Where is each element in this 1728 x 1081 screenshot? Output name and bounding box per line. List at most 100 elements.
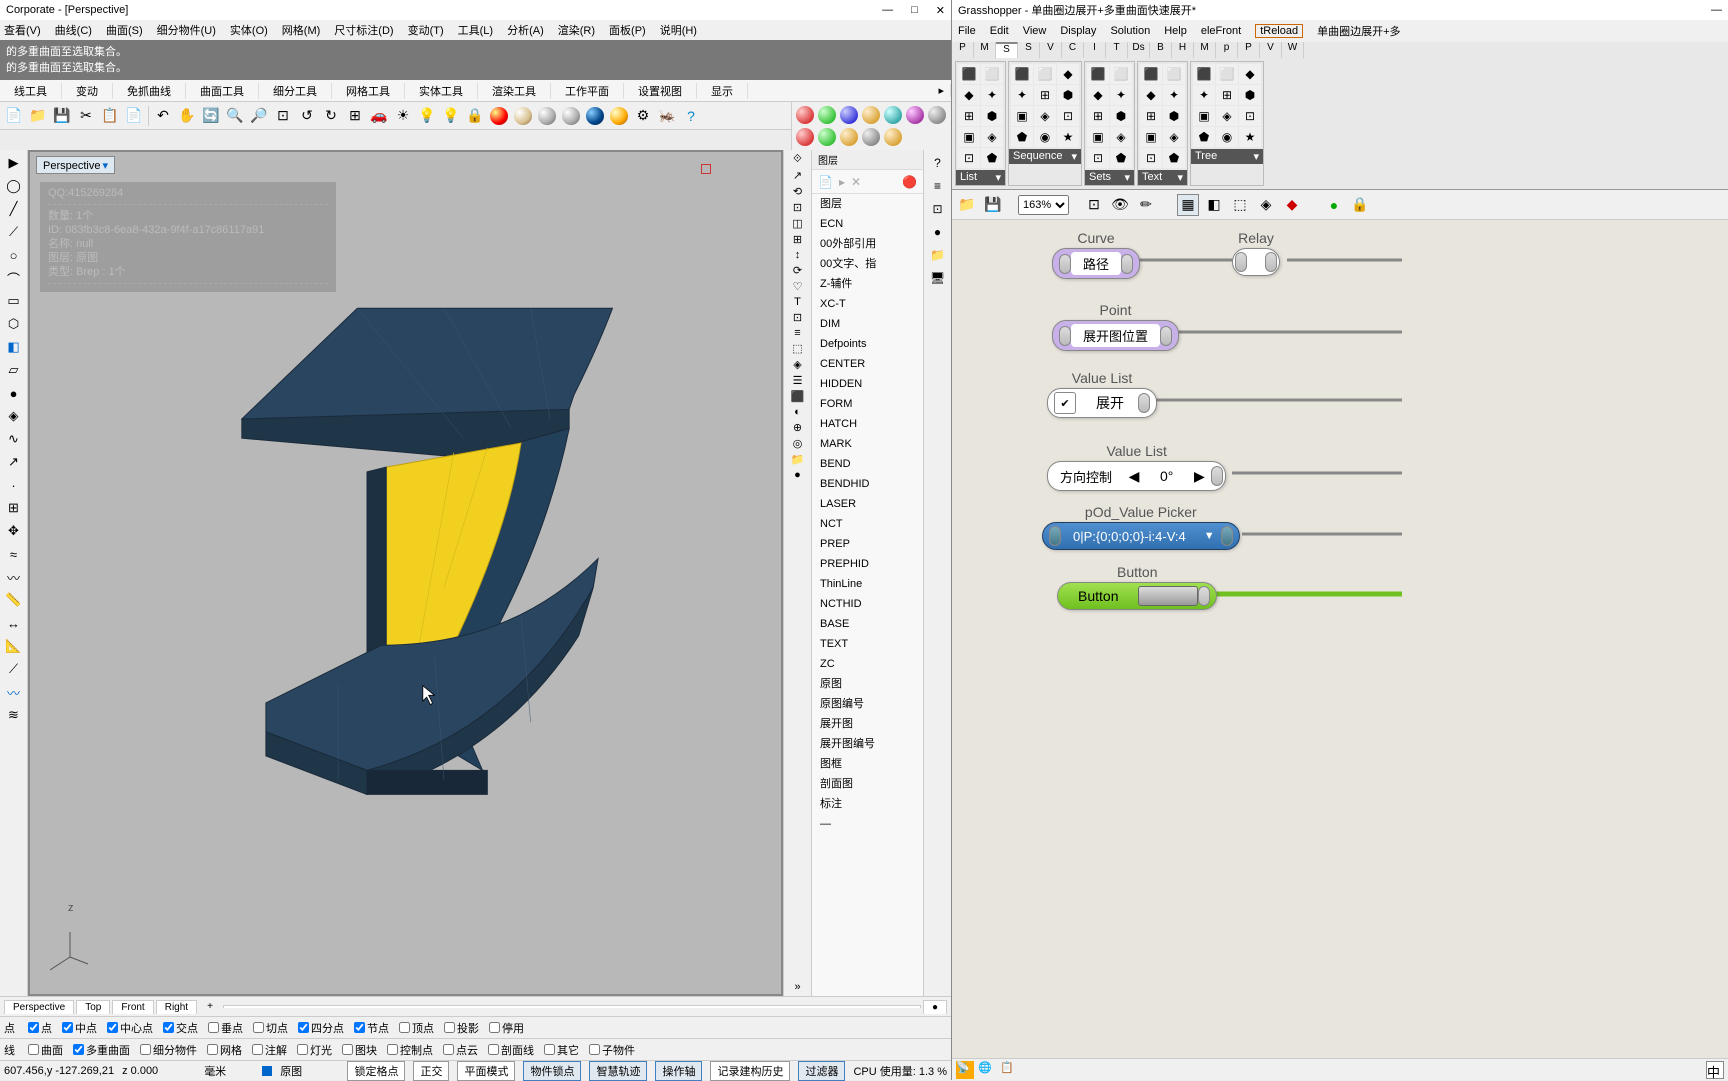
layer-item[interactable]: ThinLine bbox=[812, 574, 923, 594]
gh-tab[interactable]: P bbox=[952, 42, 974, 58]
grip-icon[interactable] bbox=[1059, 326, 1071, 346]
gh-preview-mesh-icon[interactable]: ◆ bbox=[1281, 194, 1303, 216]
layer-item[interactable]: FORM bbox=[812, 394, 923, 414]
menu-surface[interactable]: 曲面(S) bbox=[106, 22, 143, 38]
sb-gumball[interactable]: 操作轴 bbox=[655, 1061, 702, 1081]
r-tool-11-icon[interactable]: ⊡ bbox=[793, 311, 802, 324]
tab-render[interactable]: 渲染工具 bbox=[478, 83, 551, 99]
gh-tab[interactable]: Ds bbox=[1128, 42, 1150, 58]
dropdown-icon[interactable]: ▼ bbox=[1198, 530, 1221, 542]
filt-hatch[interactable]: 剖面线 bbox=[488, 1042, 534, 1058]
gh-component-icon[interactable]: ◈ bbox=[981, 127, 1003, 147]
copy-icon[interactable]: 📋 bbox=[100, 106, 120, 126]
layer-list[interactable]: 图层ECN00外部引用00文字、指Z-辅件XC-TDIMDefpointsCEN… bbox=[812, 194, 923, 996]
tab-surface[interactable]: 曲面工具 bbox=[186, 83, 259, 99]
r-tool-8-icon[interactable]: ⟳ bbox=[793, 264, 802, 277]
gh-zoom-select[interactable]: 163% bbox=[1018, 195, 1069, 215]
rp-mat-icon[interactable]: ● bbox=[928, 222, 948, 242]
bulb-icon[interactable]: 💡 bbox=[441, 106, 461, 126]
gh-menu-edit[interactable]: Edit bbox=[990, 25, 1009, 37]
gh-component-icon[interactable]: ◈ bbox=[1216, 106, 1238, 126]
polyline-icon[interactable]: ⟋ bbox=[4, 222, 24, 242]
gh-component-icon[interactable]: ✦ bbox=[1193, 85, 1215, 105]
osnap-mid[interactable]: 中点 bbox=[62, 1020, 97, 1036]
layer-item[interactable]: HATCH bbox=[812, 414, 923, 434]
filt-srf[interactable]: 曲面 bbox=[28, 1042, 63, 1058]
r-tool-12-icon[interactable]: ≡ bbox=[794, 327, 800, 339]
layer-item[interactable]: ZC bbox=[812, 654, 923, 674]
gh-component-icon[interactable]: ⊞ bbox=[1216, 85, 1238, 105]
filt-psrf[interactable]: 多重曲面 bbox=[73, 1042, 130, 1058]
close-button[interactable]: ✕ bbox=[936, 4, 945, 17]
tab-subd[interactable]: 细分工具 bbox=[259, 83, 332, 99]
mesh-icon[interactable]: ◈ bbox=[4, 406, 24, 426]
layer-item[interactable]: MARK bbox=[812, 434, 923, 454]
gh-zoomext-icon[interactable]: ⊡ bbox=[1083, 194, 1105, 216]
layer-item[interactable]: PREP bbox=[812, 534, 923, 554]
gh-preview-wire-icon[interactable]: ▦ bbox=[1177, 194, 1199, 216]
gh-component-icon[interactable]: ⊞ bbox=[1087, 106, 1109, 126]
gh-component-icon[interactable]: ▣ bbox=[1193, 106, 1215, 126]
layer-item[interactable]: 剖面图 bbox=[812, 774, 923, 794]
gh-component-icon[interactable]: ▣ bbox=[1011, 106, 1033, 126]
layer-x-icon[interactable]: ✕ bbox=[851, 175, 861, 189]
layer-item[interactable]: DIM bbox=[812, 314, 923, 334]
gh-component-icon[interactable]: ✦ bbox=[981, 85, 1003, 105]
zoom-ext-icon[interactable]: ⊡ bbox=[273, 106, 293, 126]
gh-tab[interactable]: V bbox=[1040, 42, 1062, 58]
gh-component-icon[interactable]: ⊡ bbox=[1140, 148, 1162, 168]
gh-open-icon[interactable]: 📁 bbox=[956, 194, 978, 216]
gh-component-icon[interactable]: ⬢ bbox=[1110, 106, 1132, 126]
render-sphere2-icon[interactable] bbox=[513, 106, 533, 126]
viewport-dropdown-icon[interactable]: ▾ bbox=[102, 160, 108, 172]
layer-item[interactable]: Z-辅件 bbox=[812, 274, 923, 294]
grip-icon[interactable] bbox=[1138, 393, 1150, 413]
gh-panel-label[interactable]: Text▾ bbox=[1138, 170, 1187, 185]
gh-component-icon[interactable]: ◆ bbox=[1140, 85, 1162, 105]
gh-component-icon[interactable]: ◆ bbox=[958, 85, 980, 105]
layer-item[interactable]: NCTHID bbox=[812, 594, 923, 614]
osnap-cen[interactable]: 中心点 bbox=[107, 1020, 153, 1036]
grip-icon[interactable] bbox=[1059, 254, 1071, 274]
rp-prop-icon[interactable]: ⊡ bbox=[928, 199, 948, 219]
gem-gray-icon[interactable] bbox=[928, 106, 946, 124]
gh-lang-button[interactable]: 中 bbox=[1706, 1061, 1724, 1079]
layer-item[interactable]: 展开图 bbox=[812, 714, 923, 734]
gear-icon[interactable]: ⚙ bbox=[633, 106, 653, 126]
command-area[interactable]: 的多重曲面至选取集合。 的多重曲面至选取集合。 bbox=[0, 40, 951, 80]
sb-history[interactable]: 记录建构历史 bbox=[710, 1061, 790, 1081]
circle-icon[interactable]: ○ bbox=[4, 245, 24, 265]
sb-smart[interactable]: 智慧轨迹 bbox=[589, 1061, 647, 1081]
gh-tab[interactable]: V bbox=[1260, 42, 1282, 58]
filt-pc[interactable]: 点云 bbox=[443, 1042, 478, 1058]
gh-component-icon[interactable]: ⬟ bbox=[981, 148, 1003, 168]
layer-item[interactable]: HIDDEN bbox=[812, 374, 923, 394]
gh-component-icon[interactable]: ⊡ bbox=[1057, 106, 1079, 126]
scrub-dot[interactable]: ● bbox=[923, 1000, 947, 1014]
gh-component-icon[interactable]: ⊞ bbox=[958, 106, 980, 126]
grip-icon[interactable] bbox=[1121, 254, 1133, 274]
gh-component-icon[interactable]: ⬜ bbox=[1163, 64, 1185, 84]
osnap-proj[interactable]: 投影 bbox=[444, 1020, 479, 1036]
filt-other[interactable]: 其它 bbox=[544, 1042, 579, 1058]
tab-display[interactable]: 显示 bbox=[697, 83, 748, 99]
gh-component-icon[interactable]: ⊞ bbox=[1140, 106, 1162, 126]
pointer-icon[interactable]: ▶ bbox=[4, 153, 24, 173]
grip-icon[interactable] bbox=[1265, 252, 1277, 272]
tab-transform[interactable]: 变动 bbox=[62, 83, 113, 99]
gh-component-icon[interactable]: ◈ bbox=[1034, 106, 1056, 126]
gh-icon[interactable]: 🦗 bbox=[657, 106, 677, 126]
layer-item[interactable]: NCT bbox=[812, 514, 923, 534]
layer-item[interactable]: 标注 bbox=[812, 794, 923, 814]
r-tool-5-icon[interactable]: ◫ bbox=[792, 217, 802, 230]
render-sphere6-icon[interactable] bbox=[609, 106, 629, 126]
gem-orange3-icon[interactable] bbox=[884, 128, 902, 146]
gh-menu-extra[interactable]: 单曲圈边展开+多 bbox=[1317, 23, 1400, 39]
rp-layer-icon[interactable]: ≡ bbox=[928, 176, 948, 196]
tab-freeform[interactable]: 免抓曲线 bbox=[113, 83, 186, 99]
curve2-icon[interactable]: ∿ bbox=[4, 429, 24, 449]
gh-value-list-1[interactable]: ✔ 展开 bbox=[1047, 388, 1157, 418]
menu-subd[interactable]: 细分物件(U) bbox=[157, 22, 216, 38]
r-tool-2-icon[interactable]: ↗ bbox=[793, 169, 802, 182]
gh-menu-help[interactable]: Help bbox=[1164, 25, 1187, 37]
